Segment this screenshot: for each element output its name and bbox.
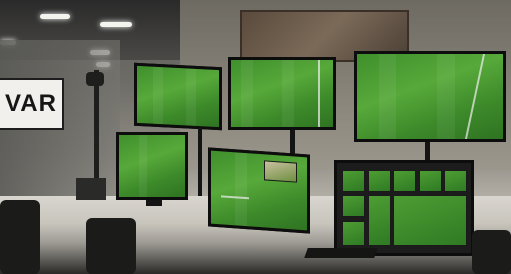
equipment-box (76, 178, 106, 200)
monitor-top-right (354, 51, 506, 142)
monitor-top-center (228, 57, 336, 130)
chair (0, 200, 40, 274)
camera-head (86, 72, 104, 86)
monitor-lower-left (116, 132, 188, 200)
monitor-lower-center (208, 147, 310, 234)
monitor-multiview (334, 160, 474, 256)
var-room-scene: VAR (0, 0, 511, 274)
var-sign-text: VAR (5, 90, 57, 117)
keyboard (304, 248, 378, 258)
ceiling-light (40, 14, 70, 19)
chair (472, 230, 511, 274)
monitor-stand (198, 128, 202, 198)
var-sign: VAR (0, 78, 64, 130)
monitor-top-left (134, 62, 222, 131)
chair (86, 218, 136, 274)
ceiling-light (100, 22, 132, 27)
monitor-stand (146, 200, 162, 206)
